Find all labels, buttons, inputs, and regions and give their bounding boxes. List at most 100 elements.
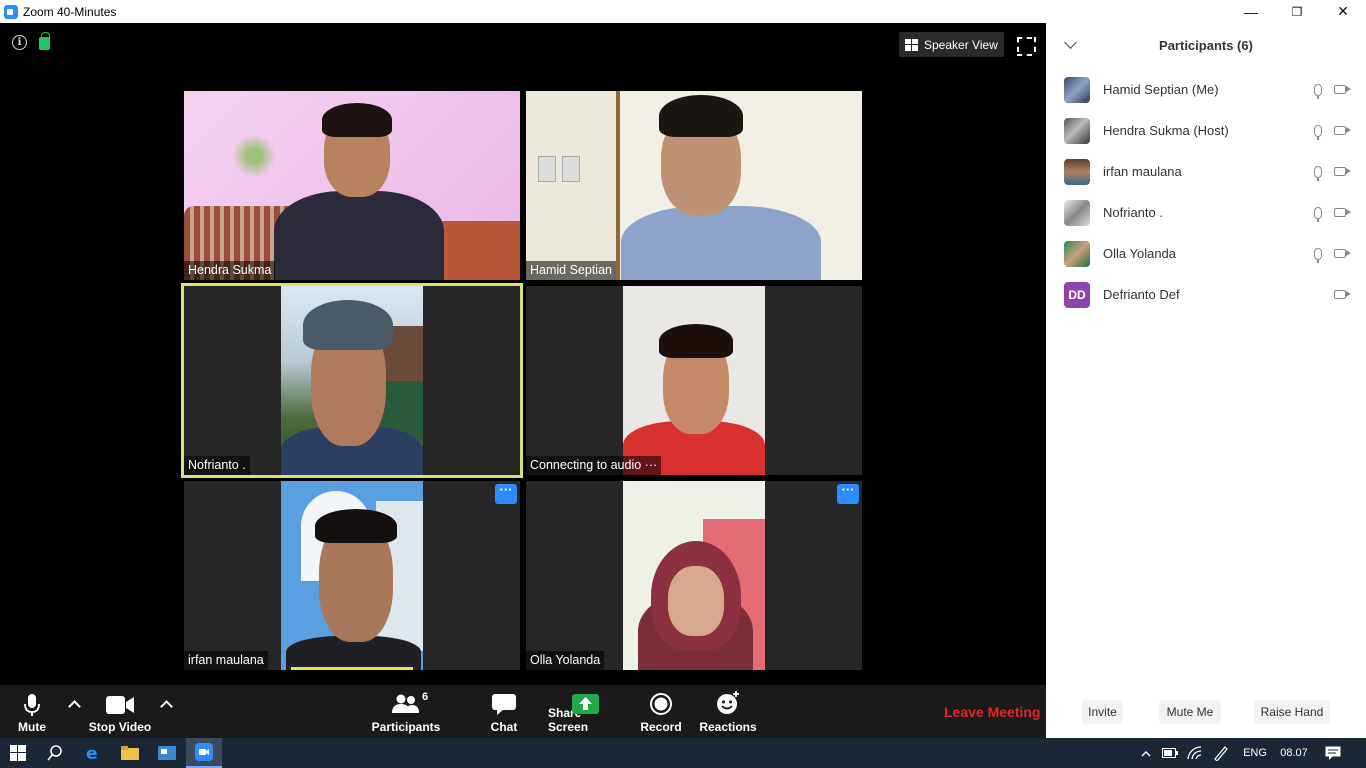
participant-name: irfan maulana <box>1103 164 1182 179</box>
participant-name: Hamid Septian (Me) <box>1103 82 1219 97</box>
connecting-dots: ··· <box>644 458 658 472</box>
microphone-icon <box>24 694 40 716</box>
video-tile[interactable]: Hendra Sukma <box>184 91 520 280</box>
show-hidden-icons-chevron-icon[interactable] <box>1138 738 1154 768</box>
microphone-icon[interactable] <box>1314 165 1322 181</box>
participant-row[interactable]: DD Defrianto Def <box>1046 274 1366 315</box>
minimize-button[interactable]: — <box>1228 0 1274 23</box>
participant-name: Defrianto Def <box>1103 287 1180 302</box>
participants-count: 6 <box>422 691 429 703</box>
zoom-taskbar-icon[interactable] <box>186 738 222 768</box>
participants-button[interactable]: 6 Participants <box>370 685 442 738</box>
invite-button[interactable]: Invite <box>1082 700 1123 724</box>
participant-name-label: Nofrianto . <box>184 456 250 475</box>
video-camera-icon[interactable] <box>1334 85 1346 94</box>
meeting-info-icons: i <box>12 32 50 50</box>
participant-name-label: Olla Yolanda <box>526 651 605 670</box>
mute-me-button[interactable]: Mute Me <box>1159 700 1221 724</box>
video-camera-icon[interactable] <box>1334 208 1346 217</box>
close-button[interactable]: ✕ <box>1320 0 1366 23</box>
participant-name-label: Hendra Sukma <box>184 261 276 280</box>
more-options-button[interactable]: ··· <box>837 483 859 504</box>
participant-name: Nofrianto . <box>1103 205 1163 220</box>
record-icon <box>650 693 672 715</box>
record-label: Record <box>640 720 682 734</box>
windows-start-icon[interactable] <box>0 738 36 768</box>
restore-button[interactable]: ❐ <box>1274 0 1320 23</box>
video-tile[interactable]: Connecting to audio ··· <box>526 286 862 475</box>
chat-icon <box>492 694 516 715</box>
record-button[interactable]: Record <box>638 685 684 738</box>
video-tile[interactable]: ··· Olla Yolanda <box>526 481 862 670</box>
video-feed <box>184 91 520 280</box>
battery-icon[interactable] <box>1160 738 1180 768</box>
stop-video-label: Stop Video <box>88 720 152 734</box>
microphone-icon[interactable] <box>1314 83 1322 99</box>
video-options-chevron-icon[interactable] <box>161 699 171 709</box>
participant-name: Olla Yolanda <box>1103 246 1177 261</box>
participants-panel-header: Participants (6) <box>1046 23 1366 67</box>
avatar-initials: DD <box>1064 281 1090 308</box>
participants-panel-title: Participants (6) <box>1159 38 1253 53</box>
leave-meeting-button[interactable]: Leave Meeting <box>944 704 1040 720</box>
edge-browser-icon[interactable]: e <box>76 738 110 768</box>
clock[interactable]: 08.07 <box>1276 738 1312 768</box>
participants-panel: Participants (6) Hamid Septian (Me) Hend… <box>1046 23 1366 738</box>
windows-taskbar: e ENG 08.07 <box>0 738 1366 768</box>
raise-hand-button[interactable]: Raise Hand <box>1254 700 1330 724</box>
notifications-icon[interactable] <box>1318 738 1348 768</box>
video-tile[interactable]: Hamid Septian <box>526 91 862 280</box>
video-tile-active-speaker[interactable]: Nofrianto . <box>181 283 523 478</box>
chat-button[interactable]: Chat <box>484 685 524 738</box>
share-screen-button[interactable]: Share Screen <box>548 685 622 738</box>
grid-icon <box>905 38 918 51</box>
mute-button[interactable]: Mute <box>10 685 54 738</box>
wifi-icon[interactable] <box>1185 738 1205 768</box>
fullscreen-icon[interactable] <box>1017 37 1032 52</box>
video-feed <box>526 91 862 280</box>
participant-row[interactable]: Hendra Sukma (Host) <box>1046 110 1366 151</box>
participant-row[interactable]: Nofrianto . <box>1046 192 1366 233</box>
participant-row[interactable]: Hamid Septian (Me) <box>1046 69 1366 110</box>
avatar <box>1064 117 1090 144</box>
microphone-icon[interactable] <box>1314 206 1322 222</box>
control-panel-icon[interactable] <box>150 738 184 768</box>
stop-video-button[interactable]: Stop Video <box>86 685 154 738</box>
avatar <box>1064 76 1090 103</box>
avatar <box>1064 240 1090 267</box>
video-camera-icon[interactable] <box>1334 126 1346 135</box>
reactions-button[interactable]: Reactions <box>699 685 757 738</box>
reactions-label: Reactions <box>699 720 757 734</box>
zoom-app-icon <box>4 4 18 19</box>
share-screen-icon <box>571 694 599 714</box>
more-options-button[interactable]: ··· <box>495 483 517 504</box>
participant-name-label: irfan maulana <box>184 651 268 670</box>
pen-workspace-icon[interactable] <box>1210 738 1232 768</box>
video-feed <box>623 286 765 475</box>
microphone-icon[interactable] <box>1314 247 1322 263</box>
participant-name-label: Connecting to audio ··· <box>526 456 662 475</box>
video-tile[interactable]: ··· irfan maulana <box>184 481 520 670</box>
window-controls: — ❐ ✕ <box>1228 0 1366 23</box>
info-icon[interactable]: i <box>12 35 27 50</box>
speaker-view-button[interactable]: Speaker View <box>899 32 1004 57</box>
video-feed <box>281 481 423 670</box>
participant-name-label: Hamid Septian <box>526 261 616 280</box>
video-camera-icon[interactable] <box>1334 290 1346 299</box>
meeting-view: i Speaker View Hendra Sukma Hamid Septia… <box>0 23 1046 685</box>
chat-label: Chat <box>490 720 518 734</box>
reactions-smiley-icon <box>717 691 739 714</box>
lock-icon[interactable] <box>39 32 50 50</box>
video-camera-icon[interactable] <box>1334 167 1346 176</box>
speaker-view-label: Speaker View <box>924 37 998 52</box>
participant-row[interactable]: Olla Yolanda <box>1046 233 1366 274</box>
mute-label: Mute <box>18 720 46 734</box>
audio-options-chevron-icon[interactable] <box>69 699 79 709</box>
microphone-icon[interactable] <box>1314 124 1322 140</box>
file-explorer-icon[interactable] <box>113 738 147 768</box>
participants-panel-footer: Invite Mute Me Raise Hand <box>1046 700 1366 724</box>
language-indicator[interactable]: ENG <box>1238 738 1272 768</box>
search-icon[interactable] <box>38 738 72 768</box>
video-camera-icon[interactable] <box>1334 249 1346 258</box>
participant-row[interactable]: irfan maulana <box>1046 151 1366 192</box>
